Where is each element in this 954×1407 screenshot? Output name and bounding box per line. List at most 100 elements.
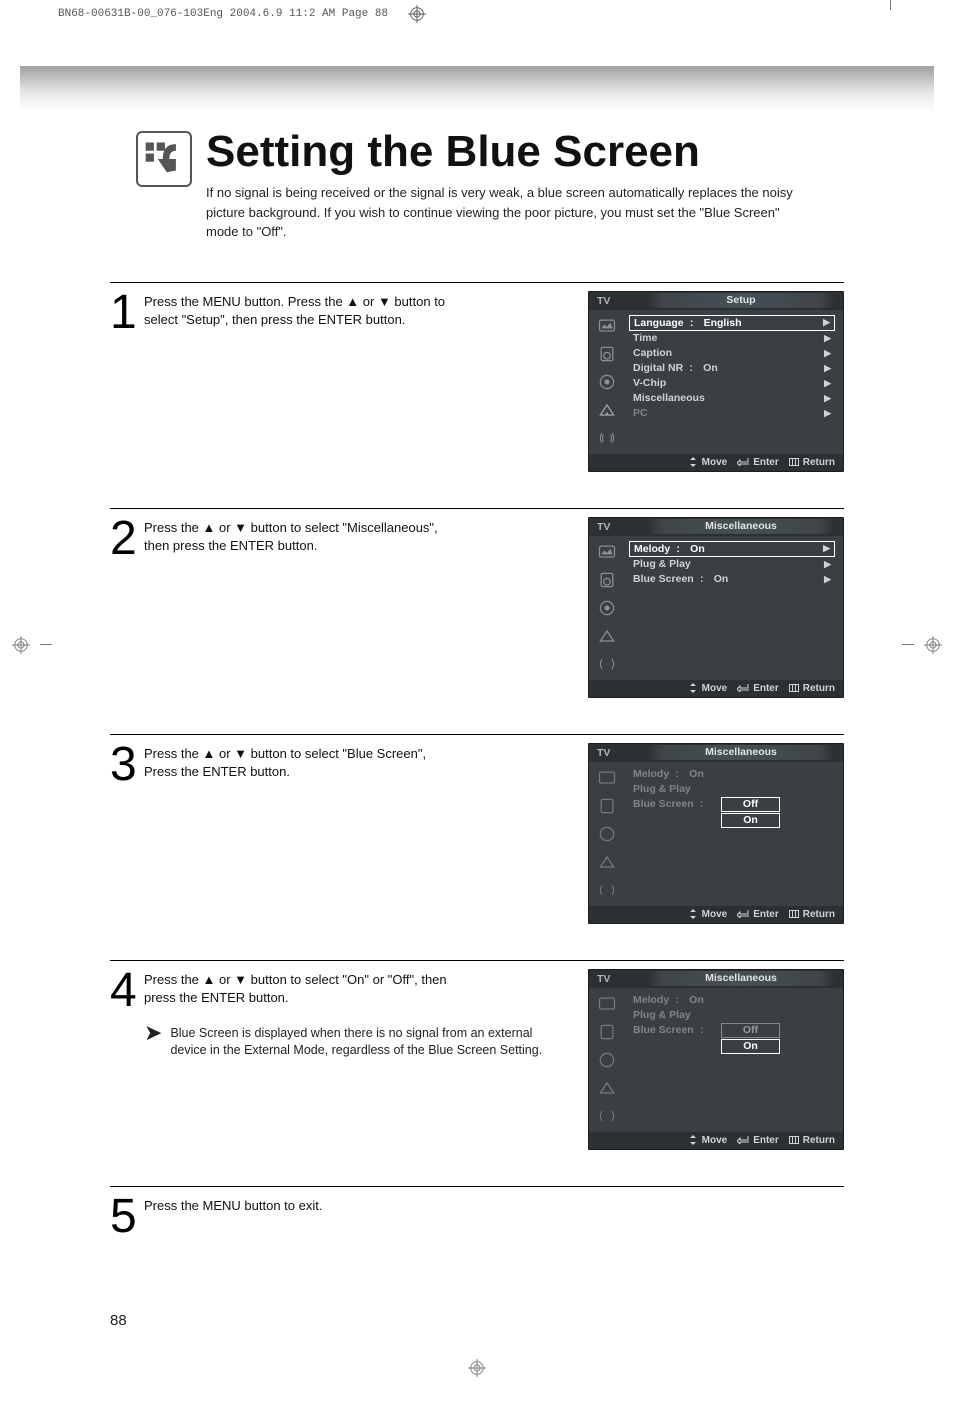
enter-icon bbox=[737, 910, 749, 918]
step-number: 2 bbox=[110, 517, 138, 698]
step-5: 5 Press the MENU button to exit. bbox=[110, 1186, 844, 1238]
step-number: 4 bbox=[110, 969, 138, 1150]
pc-icon bbox=[596, 428, 618, 448]
channel-icon bbox=[596, 824, 618, 844]
step-1: 1 Press the MENU button. Press the ▲ or … bbox=[110, 282, 844, 472]
osd-help-bar: Move Enter Return bbox=[589, 906, 843, 923]
osd-help-move: Move bbox=[688, 457, 728, 468]
channel-icon bbox=[596, 598, 618, 618]
step-instruction: Press the MENU button. Press the ▲ or ▼ … bbox=[144, 291, 460, 472]
osd-item-plugplay: Plug & Play bbox=[629, 1008, 835, 1023]
setup-icon bbox=[596, 400, 618, 420]
updown-icon bbox=[688, 683, 698, 693]
osd-tv-label: TV bbox=[589, 295, 610, 307]
osd-screenshot-misc: TV Miscellaneous Melody:On▶ Plug & Play▶ bbox=[588, 517, 844, 698]
setup-icon bbox=[596, 626, 618, 646]
picture-icon bbox=[596, 994, 618, 1014]
updown-icon bbox=[688, 1135, 698, 1145]
return-icon bbox=[789, 684, 799, 692]
osd-sidebar-icons bbox=[589, 310, 625, 454]
osd-screenshot-bluescreen-select: TV Miscellaneous Melody:On Plug & Play bbox=[588, 743, 844, 924]
step-instruction: Press the MENU button to exit. bbox=[144, 1195, 322, 1238]
osd-item-vchip: V-Chip▶ bbox=[629, 376, 835, 391]
osd-help-bar: Move Enter Return bbox=[589, 1132, 843, 1149]
crop-mark bbox=[890, 0, 891, 10]
picture-icon bbox=[596, 542, 618, 562]
step-instruction: Press the ▲ or ▼ button to select "Blue … bbox=[144, 743, 460, 924]
osd-item-language: Language:English▶ bbox=[629, 315, 835, 331]
osd-item-bluescreen: Blue Screen:On▶ bbox=[629, 572, 835, 587]
enter-icon bbox=[737, 458, 749, 466]
enter-icon bbox=[737, 684, 749, 692]
enter-icon bbox=[737, 1136, 749, 1144]
return-icon bbox=[789, 458, 799, 466]
step-instruction: Press the ▲ or ▼ button to select "Misce… bbox=[144, 517, 460, 698]
pc-icon bbox=[596, 654, 618, 674]
osd-option-on: On bbox=[721, 1039, 780, 1054]
setup-icon bbox=[596, 1078, 618, 1098]
osd-item-melody: Melody:On bbox=[629, 993, 835, 1008]
print-metadata: BN68-00631B-00_076-103Eng 2004.6.9 11:2 … bbox=[0, 0, 954, 26]
doc-reference: BN68-00631B-00_076-103Eng 2004.6.9 11:2 … bbox=[58, 8, 388, 20]
picture-icon bbox=[596, 768, 618, 788]
intro-paragraph: If no signal is being received or the si… bbox=[206, 183, 796, 242]
sound-icon bbox=[596, 344, 618, 364]
osd-item-digital-nr: Digital NR:On▶ bbox=[629, 361, 835, 376]
osd-item-plugplay: Plug & Play▶ bbox=[629, 557, 835, 572]
osd-option-on: On bbox=[721, 813, 780, 828]
sound-icon bbox=[596, 796, 618, 816]
osd-tv-label: TV bbox=[589, 973, 610, 985]
osd-item-melody: Melody:On▶ bbox=[629, 541, 835, 557]
pc-icon bbox=[596, 880, 618, 900]
osd-option-off: Off bbox=[721, 1023, 780, 1038]
osd-screenshot-setup: TV Setup Language:English▶ Time▶ Capti bbox=[588, 291, 844, 472]
osd-menu-title: Miscellaneous bbox=[647, 519, 835, 534]
osd-help-bar: Move Enter Return bbox=[589, 454, 843, 471]
osd-menu-title: Miscellaneous bbox=[647, 971, 835, 986]
osd-menu-title: Setup bbox=[647, 293, 835, 308]
osd-item-miscellaneous: Miscellaneous▶ bbox=[629, 391, 835, 406]
steps-list: 1 Press the MENU button. Press the ▲ or … bbox=[0, 242, 954, 1238]
osd-sidebar-icons bbox=[589, 988, 625, 1132]
page-title: Setting the Blue Screen bbox=[206, 127, 796, 177]
osd-item-caption: Caption▶ bbox=[629, 346, 835, 361]
step-instruction: Press the ▲ or ▼ button to select "On" o… bbox=[144, 969, 460, 1007]
title-block: Setting the Blue Screen If no signal is … bbox=[0, 131, 954, 242]
osd-item-pc: PC▶ bbox=[629, 406, 835, 421]
osd-tv-label: TV bbox=[589, 747, 610, 759]
return-icon bbox=[789, 910, 799, 918]
channel-icon bbox=[596, 372, 618, 392]
topic-icon bbox=[136, 131, 192, 187]
osd-item-plugplay: Plug & Play bbox=[629, 782, 835, 797]
setup-icon bbox=[596, 852, 618, 872]
osd-sidebar-icons bbox=[589, 762, 625, 906]
osd-screenshot-bluescreen-on: TV Miscellaneous Melody:On Plug & Play bbox=[588, 969, 844, 1150]
note-text: Blue Screen is displayed when there is n… bbox=[170, 1025, 568, 1059]
osd-item-time: Time▶ bbox=[629, 331, 835, 346]
channel-icon bbox=[596, 1050, 618, 1070]
registration-mark-icon bbox=[408, 5, 426, 23]
osd-option-off: Off bbox=[721, 797, 780, 812]
step-number: 3 bbox=[110, 743, 138, 924]
step-note: ➤ Blue Screen is displayed when there is… bbox=[144, 1025, 568, 1059]
page-content: Setting the Blue Screen If no signal is … bbox=[0, 26, 954, 1359]
step-4: 4 Press the ▲ or ▼ button to select "On"… bbox=[110, 960, 844, 1150]
bottom-registration bbox=[0, 1359, 954, 1407]
osd-item-melody: Melody:On bbox=[629, 767, 835, 782]
osd-help-return: Return bbox=[789, 457, 835, 468]
return-icon bbox=[789, 1136, 799, 1144]
registration-mark-icon bbox=[468, 1359, 486, 1377]
step-number: 5 bbox=[110, 1195, 138, 1238]
note-arrow-icon: ➤ bbox=[144, 1025, 162, 1040]
osd-help-enter: Enter bbox=[737, 457, 779, 468]
page-number: 88 bbox=[0, 1274, 954, 1359]
sound-icon bbox=[596, 570, 618, 590]
step-3: 3 Press the ▲ or ▼ button to select "Blu… bbox=[110, 734, 844, 924]
step-2: 2 Press the ▲ or ▼ button to select "Mis… bbox=[110, 508, 844, 698]
osd-menu-title: Miscellaneous bbox=[647, 745, 835, 760]
sound-icon bbox=[596, 1022, 618, 1042]
osd-sidebar-icons bbox=[589, 536, 625, 680]
osd-tv-label: TV bbox=[589, 521, 610, 533]
osd-help-bar: Move Enter Return bbox=[589, 680, 843, 697]
updown-icon bbox=[688, 457, 698, 467]
